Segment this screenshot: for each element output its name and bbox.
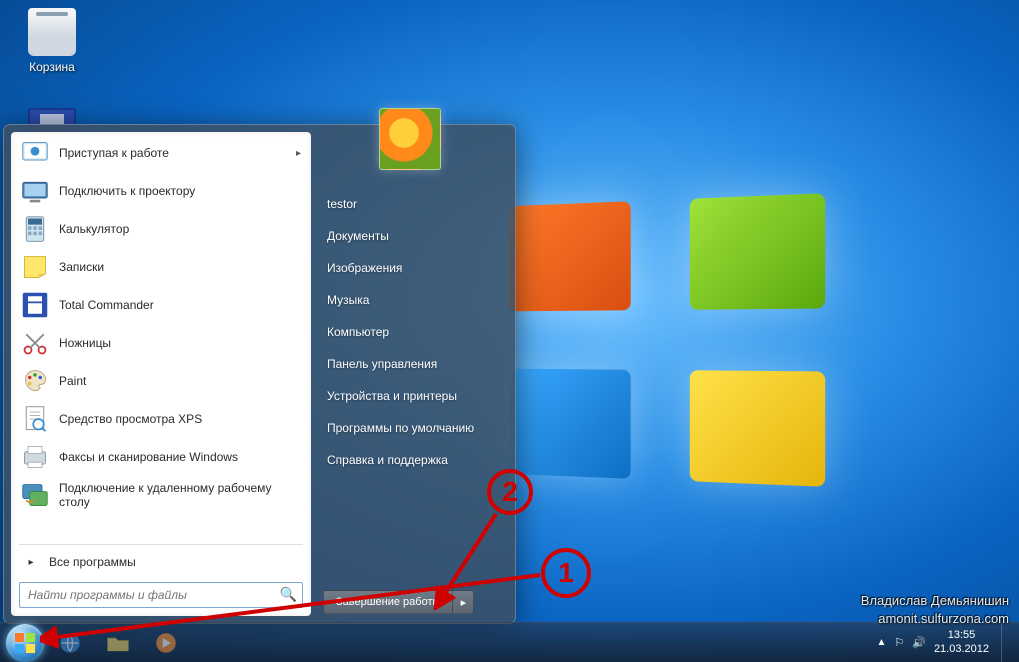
taskbar-pin-wmp[interactable]	[144, 627, 188, 659]
program-paint[interactable]: Paint	[13, 362, 309, 400]
program-label: Paint	[59, 374, 86, 388]
watermark-url: amonit.sulfurzona.com	[861, 610, 1009, 628]
program-snipping-tool[interactable]: Ножницы	[13, 324, 309, 362]
program-label: Приступая к работе	[59, 146, 169, 160]
desktop-icon-label: Корзина	[14, 60, 90, 74]
search-input[interactable]	[19, 582, 303, 608]
computer-link[interactable]: Компьютер	[323, 316, 496, 348]
pictures-link[interactable]: Изображения	[323, 252, 496, 284]
default-programs-link[interactable]: Программы по умолчанию	[323, 412, 496, 444]
start-menu-left-panel: Приступая к работе Подключить к проектор…	[11, 132, 311, 616]
program-label: Факсы и сканирование Windows	[59, 450, 238, 464]
program-label: Записки	[59, 260, 104, 274]
recycle-bin-icon	[28, 8, 76, 56]
search-box: 🔍	[19, 582, 303, 608]
projector-icon	[21, 177, 49, 205]
total-commander-icon	[21, 291, 49, 319]
program-fax-scan[interactable]: Факсы и сканирование Windows	[13, 438, 309, 476]
program-label: Total Commander	[59, 298, 154, 312]
clock-date: 21.03.2012	[934, 643, 989, 656]
tray-chevron-icon[interactable]: ▲	[876, 637, 886, 648]
user-picture[interactable]	[379, 108, 441, 170]
start-menu: Приступая к работе Подключить к проектор…	[3, 124, 516, 624]
wallpaper-windows-logo	[509, 193, 825, 487]
start-menu-programs-list: Приступая к работе Подключить к проектор…	[13, 134, 309, 541]
all-programs-label: Все программы	[49, 555, 136, 569]
search-icon[interactable]: 🔍	[280, 586, 297, 603]
program-projector[interactable]: Подключить к проектору	[13, 172, 309, 210]
taskbar-pin-ie[interactable]	[48, 627, 92, 659]
program-sticky-notes[interactable]: Записки	[13, 248, 309, 286]
watermark: Владислав Демьянишин amonit.sulfurzona.c…	[861, 592, 1009, 628]
xps-viewer-icon	[21, 405, 49, 433]
taskbar: ▲ ⚐ 🔊 13:55 21.03.2012	[0, 622, 1019, 662]
watermark-author: Владислав Демьянишин	[861, 592, 1009, 610]
user-name-link[interactable]: testor	[323, 188, 496, 220]
sticky-notes-icon	[21, 253, 49, 281]
program-label: Калькулятор	[59, 222, 129, 236]
all-programs-link[interactable]: Все программы	[13, 548, 309, 576]
start-menu-right-panel: testor Документы Изображения Музыка Комп…	[311, 132, 508, 616]
program-label: Подключить к проектору	[59, 184, 195, 198]
scissors-icon	[21, 329, 49, 357]
clock[interactable]: 13:55 21.03.2012	[934, 629, 989, 655]
tray-flag-icon[interactable]: ⚐	[894, 636, 904, 649]
system-tray: ▲ ⚐ 🔊 13:55 21.03.2012	[876, 629, 995, 655]
windows-logo-icon	[13, 631, 37, 655]
music-link[interactable]: Музыка	[323, 284, 496, 316]
calculator-icon	[21, 215, 49, 243]
documents-link[interactable]: Документы	[323, 220, 496, 252]
program-label: Средство просмотра XPS	[59, 412, 202, 426]
getting-started-icon	[21, 139, 49, 167]
control-panel-link[interactable]: Панель управления	[323, 348, 496, 380]
paint-icon	[21, 367, 49, 395]
program-xps-viewer[interactable]: Средство просмотра XPS	[13, 400, 309, 438]
devices-printers-link[interactable]: Устройства и принтеры	[323, 380, 496, 412]
start-button[interactable]	[6, 624, 44, 662]
program-getting-started[interactable]: Приступая к работе	[13, 134, 309, 172]
annotation-marker-1: 1	[541, 548, 591, 598]
show-desktop-button[interactable]	[1001, 623, 1013, 662]
shutdown-group: Завершение работы ▸	[323, 590, 496, 614]
program-remote-desktop[interactable]: Подключение к удаленному рабочему столу	[13, 476, 309, 514]
taskbar-pin-explorer[interactable]	[96, 627, 140, 659]
remote-desktop-icon	[21, 481, 49, 509]
help-support-link[interactable]: Справка и поддержка	[323, 444, 496, 476]
shutdown-options-button[interactable]: ▸	[452, 590, 474, 614]
program-total-commander[interactable]: Total Commander	[13, 286, 309, 324]
tray-volume-icon[interactable]: 🔊	[912, 636, 926, 649]
program-label: Ножницы	[59, 336, 111, 350]
separator	[19, 544, 303, 545]
fax-scan-icon	[21, 443, 49, 471]
desktop-icon-recycle-bin[interactable]: Корзина	[14, 8, 90, 74]
shutdown-button[interactable]: Завершение работы	[323, 590, 452, 614]
program-calculator[interactable]: Калькулятор	[13, 210, 309, 248]
program-label: Подключение к удаленному рабочему столу	[59, 481, 301, 509]
clock-time: 13:55	[934, 629, 989, 642]
annotation-marker-2: 2	[487, 469, 533, 515]
